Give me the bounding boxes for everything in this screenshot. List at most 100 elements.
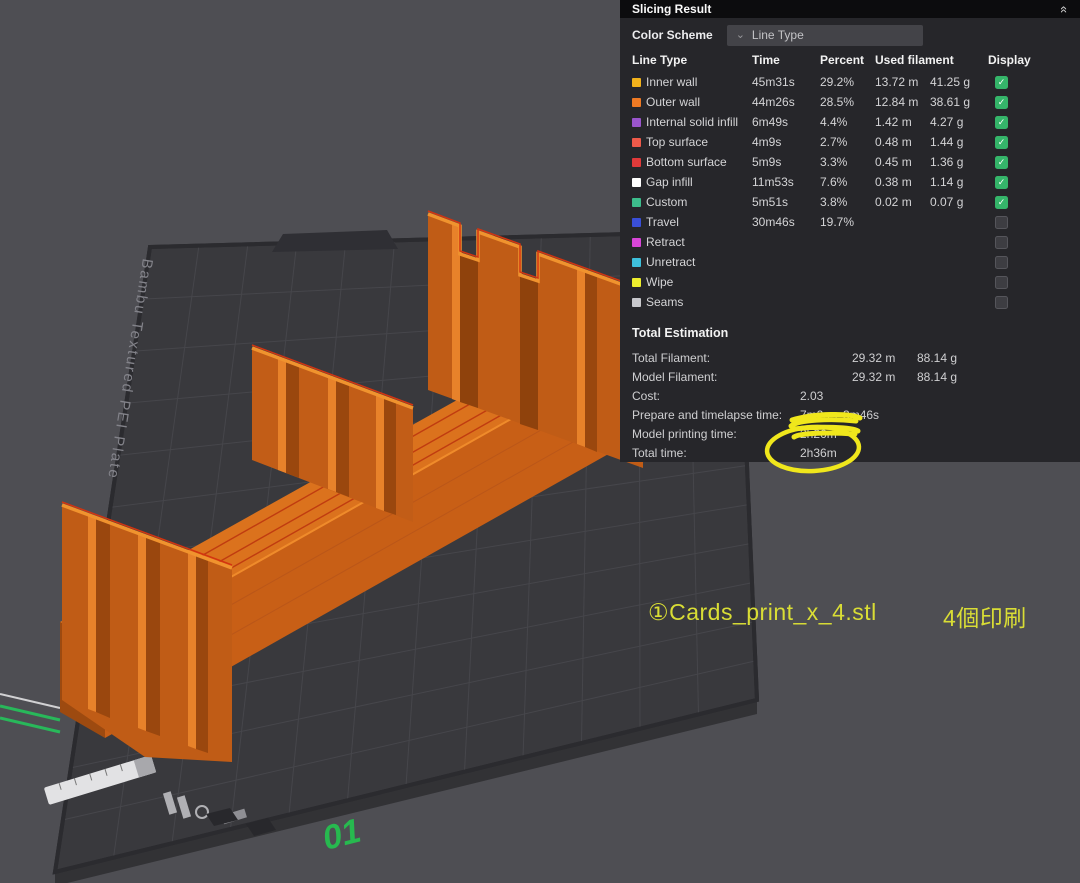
display-checkbox[interactable]: ✓ bbox=[995, 76, 1008, 89]
total-estimation-row: Model printing time:2h26m bbox=[620, 424, 1080, 443]
total-value-circled: 2h36m bbox=[800, 446, 1080, 460]
line-type-rows: Inner wall45m31s29.2%13.72 m41.25 g✓Oute… bbox=[620, 72, 1080, 312]
line-type-swatch bbox=[632, 118, 641, 127]
filament-weight: 0.07 g bbox=[930, 195, 988, 209]
total-filament-weight: 88.14 g bbox=[917, 370, 1080, 384]
filament-weight: 1.44 g bbox=[930, 135, 988, 149]
total-label: Total time: bbox=[632, 446, 800, 460]
annotation-print-count: 4個印刷 bbox=[943, 599, 1027, 633]
filament-length: 0.45 m bbox=[875, 155, 930, 169]
line-type-label: Unretract bbox=[646, 255, 752, 269]
total-filament-weight: 88.14 g bbox=[917, 351, 1080, 365]
total-estimation-row: Model Filament: 29.32 m88.14 g bbox=[620, 367, 1080, 386]
line-type-row: Seams bbox=[620, 292, 1080, 312]
line-type-time: 4m9s bbox=[752, 135, 820, 149]
filament-length: 13.72 m bbox=[875, 75, 930, 89]
line-type-row: Travel30m46s19.7% bbox=[620, 212, 1080, 232]
line-type-percent: 2.7% bbox=[820, 135, 875, 149]
line-type-percent: 7.6% bbox=[820, 175, 875, 189]
line-type-time: 45m31s bbox=[752, 75, 820, 89]
header-used-filament: Used filament bbox=[875, 53, 988, 67]
line-type-row: Custom5m51s3.8%0.02 m0.07 g ✓ bbox=[620, 192, 1080, 212]
line-type-percent: 4.4% bbox=[820, 115, 875, 129]
line-type-swatch bbox=[632, 138, 641, 147]
line-type-percent: 28.5% bbox=[820, 95, 875, 109]
display-checkbox[interactable] bbox=[995, 236, 1008, 249]
filament-length: 0.02 m bbox=[875, 195, 930, 209]
line-type-label: Bottom surface bbox=[646, 155, 752, 169]
line-type-row: Unretract bbox=[620, 252, 1080, 272]
header-display: Display bbox=[988, 53, 1080, 67]
line-type-swatch bbox=[632, 178, 641, 187]
filament-length: 0.48 m bbox=[875, 135, 930, 149]
line-type-label: Retract bbox=[646, 235, 752, 249]
filament-weight: 1.36 g bbox=[930, 155, 988, 169]
line-type-row: Gap infill11m53s7.6%0.38 m1.14 g✓ bbox=[620, 172, 1080, 192]
total-label: Total Filament: bbox=[632, 351, 800, 365]
total-value-scribbled: 2h26m bbox=[800, 427, 1080, 441]
line-type-label: Custom bbox=[646, 195, 752, 209]
header-line-type: Line Type bbox=[632, 53, 752, 67]
line-type-time: 44m26s bbox=[752, 95, 820, 109]
line-type-label: Seams bbox=[646, 295, 752, 309]
line-type-label: Wipe bbox=[646, 275, 752, 289]
line-type-table-header: Line Type Time Percent Used filament Dis… bbox=[620, 48, 1080, 72]
filament-length: 12.84 m bbox=[875, 95, 930, 109]
line-type-percent: 29.2% bbox=[820, 75, 875, 89]
line-type-swatch bbox=[632, 78, 641, 87]
color-scheme-select[interactable]: ⌄ Line Type bbox=[727, 25, 923, 46]
line-type-row: Retract bbox=[620, 232, 1080, 252]
total-estimation-row: Prepare and timelapse time:7m2s + 3m46s bbox=[620, 405, 1080, 424]
line-type-percent: 3.8% bbox=[820, 195, 875, 209]
total-value: 2.03 bbox=[800, 389, 1080, 403]
color-scheme-label: Color Scheme bbox=[632, 28, 713, 42]
display-checkbox[interactable]: ✓ bbox=[995, 176, 1008, 189]
display-checkbox[interactable]: ✓ bbox=[995, 196, 1008, 209]
display-checkbox[interactable] bbox=[995, 216, 1008, 229]
display-checkbox[interactable] bbox=[995, 296, 1008, 309]
total-estimation-title: Total Estimation bbox=[620, 312, 1080, 348]
display-checkbox[interactable] bbox=[995, 276, 1008, 289]
line-type-time: 30m46s bbox=[752, 215, 820, 229]
display-checkbox[interactable]: ✓ bbox=[995, 136, 1008, 149]
line-type-label: Gap infill bbox=[646, 175, 752, 189]
slicing-result-panel: Slicing Result « Color Scheme ⌄ Line Typ… bbox=[620, 0, 1080, 462]
filament-weight: 4.27 g bbox=[930, 115, 988, 129]
display-checkbox[interactable]: ✓ bbox=[995, 116, 1008, 129]
line-type-label: Travel bbox=[646, 215, 752, 229]
total-filament-length: 29.32 m bbox=[852, 370, 917, 384]
line-type-row: Bottom surface5m9s3.3%0.45 m1.36 g✓ bbox=[620, 152, 1080, 172]
header-time: Time bbox=[752, 53, 820, 67]
line-type-row: Outer wall44m26s28.5%12.84 m38.61 g✓ bbox=[620, 92, 1080, 112]
color-scheme-value: Line Type bbox=[752, 28, 804, 42]
collapse-panel-icon[interactable]: « bbox=[1058, 5, 1071, 12]
line-type-row: Inner wall45m31s29.2%13.72 m41.25 g✓ bbox=[620, 72, 1080, 92]
total-label: Model Filament: bbox=[632, 370, 800, 384]
line-type-swatch bbox=[632, 258, 641, 267]
header-percent: Percent bbox=[820, 53, 875, 67]
plate-notch bbox=[272, 230, 398, 252]
line-type-row: Internal solid infill6m49s4.4%1.42 m4.27… bbox=[620, 112, 1080, 132]
filament-weight: 1.14 g bbox=[930, 175, 988, 189]
filament-weight: 41.25 g bbox=[930, 75, 988, 89]
plate-logo: 01 bbox=[319, 812, 365, 858]
display-checkbox[interactable]: ✓ bbox=[995, 96, 1008, 109]
color-scheme-row: Color Scheme ⌄ Line Type bbox=[620, 18, 1080, 48]
display-checkbox[interactable]: ✓ bbox=[995, 156, 1008, 169]
line-type-swatch bbox=[632, 238, 641, 247]
line-type-swatch bbox=[632, 158, 641, 167]
display-checkbox[interactable] bbox=[995, 256, 1008, 269]
line-type-time: 5m51s bbox=[752, 195, 820, 209]
total-filament-length: 29.32 m bbox=[852, 351, 917, 365]
line-type-time: 6m49s bbox=[752, 115, 820, 129]
total-estimation-row: Cost:2.03 bbox=[620, 386, 1080, 405]
total-label: Model printing time: bbox=[632, 427, 800, 441]
filament-length: 1.42 m bbox=[875, 115, 930, 129]
line-type-label: Internal solid infill bbox=[646, 115, 752, 129]
line-type-percent: 19.7% bbox=[820, 215, 875, 229]
line-type-time: 5m9s bbox=[752, 155, 820, 169]
annotation-filename: ①Cards_print_x_4.stl bbox=[648, 599, 877, 626]
total-estimation-row: Total time:2h36m bbox=[620, 443, 1080, 462]
filament-length: 0.38 m bbox=[875, 175, 930, 189]
line-type-swatch bbox=[632, 198, 641, 207]
